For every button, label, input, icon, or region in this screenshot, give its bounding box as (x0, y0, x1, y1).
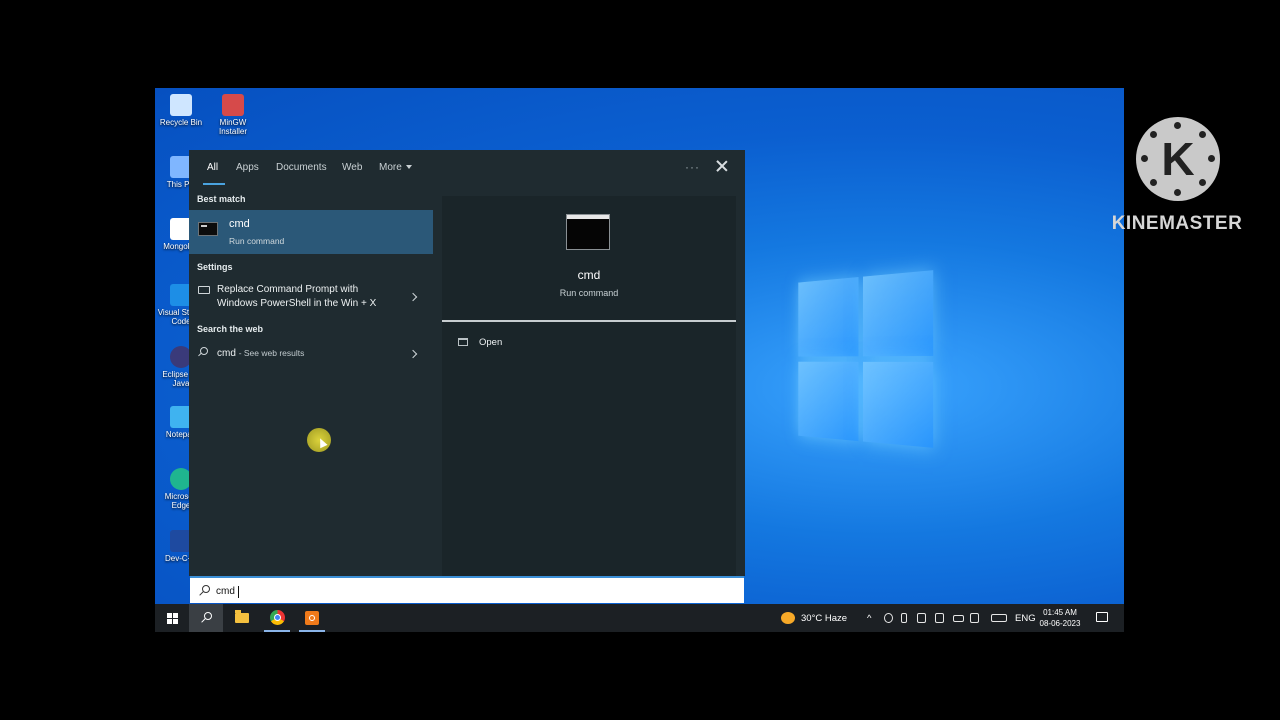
start-menu-search-panel: All Apps Documents Web More ··· Best mat… (189, 150, 745, 576)
network-icon[interactable] (884, 613, 893, 623)
desktop-icon-mingw[interactable]: MinGW Installer (207, 94, 259, 136)
web-query: cmd (217, 348, 236, 359)
result-preview-pane: cmd Run command Open (442, 196, 736, 576)
chevron-right-icon (408, 349, 418, 359)
settings-item-line1: Replace Command Prompt with (217, 284, 359, 295)
result-settings-replace-cmd[interactable]: Replace Command Prompt with Windows Powe… (189, 280, 433, 314)
kinemaster-watermark: KINEMASTER (1111, 213, 1243, 234)
windows-logo-wallpaper (798, 270, 935, 450)
result-cmd-best-match[interactable]: cmd Run command (189, 210, 433, 254)
chrome-icon (270, 610, 285, 625)
kinemaster-logo: K (1136, 117, 1220, 201)
microphone-icon[interactable] (901, 613, 907, 623)
command-prompt-icon (566, 214, 610, 250)
close-icon[interactable] (715, 159, 729, 173)
speaker-icon[interactable] (935, 613, 944, 623)
search-input[interactable] (216, 582, 516, 600)
best-match-subtitle: Run command (229, 236, 285, 246)
chevron-down-icon (405, 165, 412, 170)
taskbar: 30°C Haze ^ ENG 01:45 AM 08-06-2023 (155, 604, 1124, 632)
results-list: Best match cmd Run command Settings Repl… (189, 186, 433, 576)
tab-apps[interactable]: Apps (236, 162, 259, 173)
text-caret (238, 586, 239, 598)
search-icon (198, 347, 208, 357)
taskbar-search-button[interactable] (189, 604, 223, 632)
best-match-heading: Best match (197, 194, 246, 204)
search-icon (201, 612, 212, 623)
clock-date: 08-06-2023 (1039, 619, 1081, 628)
settings-display-icon (198, 286, 210, 294)
best-match-title: cmd (229, 218, 250, 230)
tab-web[interactable]: Web (342, 162, 362, 173)
tab-more-label: More (379, 162, 402, 173)
weather-text[interactable]: 30°C Haze (801, 613, 847, 624)
language-indicator[interactable]: ENG (1015, 613, 1036, 624)
tab-documents[interactable]: Documents (276, 162, 327, 173)
taskbar-chrome[interactable] (260, 604, 294, 632)
clock-time: 01:45 AM (1043, 608, 1077, 617)
app-icon (305, 611, 319, 625)
command-prompt-icon (198, 222, 218, 236)
clock[interactable]: 01:45 AM 08-06-2023 (1035, 607, 1085, 629)
search-web-heading: Search the web (197, 324, 264, 334)
open-button[interactable]: Open (458, 336, 578, 352)
more-options-button[interactable]: ··· (685, 160, 700, 174)
pen-icon[interactable] (970, 613, 979, 623)
chevron-up-icon[interactable]: ^ (867, 613, 871, 624)
folder-icon (235, 610, 249, 623)
notification-icon[interactable] (1096, 612, 1108, 622)
search-icon (199, 585, 210, 596)
wifi-icon[interactable] (917, 613, 926, 623)
taskbar-file-explorer[interactable] (225, 604, 259, 632)
kinemaster-logo-letter: K (1161, 133, 1195, 185)
open-label: Open (479, 337, 503, 348)
start-button[interactable] (155, 604, 189, 632)
preview-subtitle: Run command (559, 288, 619, 298)
weather-haze-icon[interactable] (781, 612, 795, 624)
windows-start-icon (167, 613, 178, 624)
open-window-icon (458, 338, 468, 346)
active-tab-indicator (203, 183, 225, 185)
tab-all[interactable]: All (207, 162, 218, 173)
mingw-icon (222, 94, 244, 116)
result-web-search[interactable]: cmd - See web results (189, 342, 433, 364)
recycle-bin-icon (170, 94, 192, 116)
preview-title: cmd (577, 268, 601, 282)
search-tabs: All Apps Documents Web More ··· (189, 150, 745, 186)
web-suffix: - See web results (238, 348, 305, 358)
settings-heading: Settings (197, 262, 233, 272)
desktop-icon-recycle-bin[interactable]: Recycle Bin (155, 94, 207, 127)
tab-more[interactable]: More (379, 162, 412, 173)
divider (442, 320, 736, 322)
chevron-right-icon (408, 292, 418, 302)
settings-item-line2: Windows PowerShell in the Win + X (217, 298, 377, 309)
taskbar-app-orange[interactable] (295, 604, 329, 632)
running-indicator (299, 630, 325, 632)
keyboard-icon[interactable] (991, 614, 1007, 622)
battery-icon[interactable] (953, 615, 964, 622)
running-indicator (264, 630, 290, 632)
taskbar-search-box[interactable] (190, 576, 744, 603)
